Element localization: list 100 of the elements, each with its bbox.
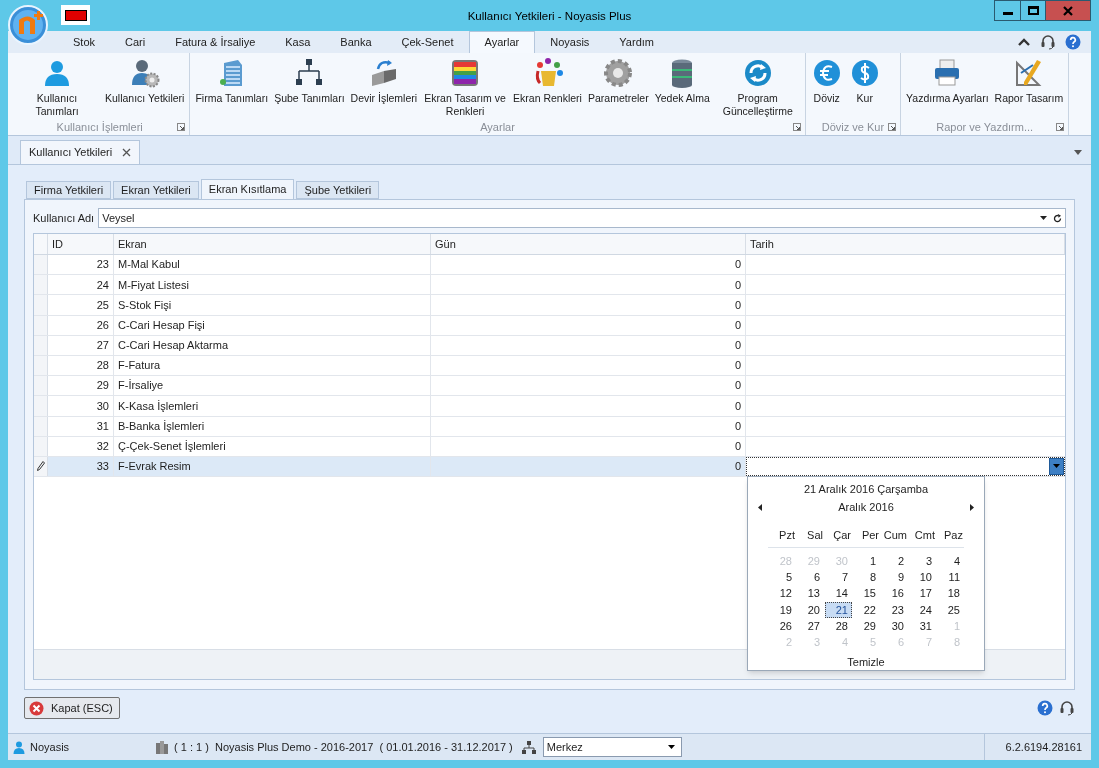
calendar-day[interactable]: 6 (809, 568, 824, 585)
calendar-day[interactable]: 10 (915, 568, 936, 585)
calendar-day[interactable]: 1 (865, 552, 880, 569)
date-field[interactable] (746, 456, 1065, 477)
calendar-day[interactable]: 4 (949, 552, 964, 569)
calendar-day[interactable]: 23 (887, 601, 908, 618)
calendar-day[interactable]: 13 (803, 585, 824, 602)
user-dropdown[interactable]: Veysel (98, 208, 1066, 228)
table-row[interactable]: 25 S-Stok Fişi 0 (34, 295, 1065, 316)
help-icon[interactable] (1065, 34, 1081, 50)
table-row[interactable]: 31 B-Banka İşlemleri 0 (34, 416, 1065, 437)
ribbon-tab[interactable]: Cari (110, 32, 161, 53)
ribbon-tab[interactable]: Stok (58, 32, 110, 53)
calendar-day[interactable]: 9 (893, 568, 908, 585)
ribbon-button[interactable]: Döviz (807, 57, 846, 119)
table-row[interactable]: 32 Ç-Çek-Senet İşlemleri 0 (34, 436, 1065, 457)
caret-icon[interactable] (1074, 150, 1082, 155)
calendar-day[interactable]: 7 (837, 568, 852, 585)
calendar-day[interactable]: 18 (943, 585, 964, 602)
table-cell-text: K-Kasa İşlemleri (118, 398, 199, 414)
help-icon[interactable] (1037, 700, 1053, 716)
table-row[interactable]: 26 C-Cari Hesap Fişi 0 (34, 315, 1065, 336)
launcher-icon[interactable] (177, 123, 186, 131)
weekday-label: Çar (833, 529, 851, 541)
calendar-day[interactable]: 14 (831, 585, 852, 602)
tab[interactable]: Şube Yetkileri (296, 181, 380, 199)
ribbon-button[interactable]: Firma Tanımları (192, 57, 272, 119)
calendar-date-label: 21 Aralık 2016 Çarşamba (803, 482, 929, 495)
table-row[interactable]: 27 C-Cari Hesap Aktarma 0 (34, 335, 1065, 356)
ribbon-tab[interactable]: Fatura & İrsaliye (160, 32, 271, 53)
branch-dropdown[interactable]: Merkez (542, 737, 682, 757)
calendar-day[interactable]: 26 (775, 617, 796, 634)
close-button[interactable] (1046, 0, 1091, 21)
ribbon-button[interactable]: Yedek Alma (651, 57, 713, 119)
calendar-day[interactable]: 27 (803, 617, 824, 634)
maximize-button[interactable] (1021, 0, 1046, 21)
table-row[interactable]: 30 K-Kasa İşlemleri 0 (34, 396, 1065, 417)
ribbon-button[interactable]: Ekran Tasarım ve Renkleri (420, 57, 511, 119)
calendar-day[interactable]: 17 (915, 585, 936, 602)
ribbon-button[interactable]: Kullanıcı Yetkileri (102, 57, 188, 119)
ribbon-tab[interactable]: Ayarlar (468, 31, 536, 53)
ribbon-button[interactable]: Yazdırma Ayarları (903, 57, 992, 119)
launcher-icon[interactable] (888, 123, 897, 131)
clear-link[interactable]: Temizle (847, 654, 885, 671)
table-row[interactable]: 29 F-İrsaliye 0 (34, 376, 1065, 397)
ribbon-button[interactable]: Parametreler (584, 57, 652, 119)
table-row[interactable]: 28 F-Fatura 0 (34, 355, 1065, 377)
ribbon-button[interactable]: Şube Tanımları (271, 57, 348, 119)
tab[interactable]: Ekran Yetkileri (113, 181, 199, 199)
ribbon-tab[interactable]: Noyasis (535, 32, 605, 53)
calendar-day[interactable]: 11 (944, 568, 964, 585)
calendar-day[interactable]: 12 (775, 585, 796, 602)
calendar-day[interactable]: 28 (831, 617, 852, 634)
refresh-icon[interactable] (1053, 213, 1062, 223)
calendar-day[interactable]: 20 (803, 601, 824, 618)
ribbon-button[interactable]: Rapor Tasarım (991, 57, 1067, 119)
ribbon-button[interactable]: Ekran Renkleri (510, 57, 585, 119)
calendar-day[interactable]: 25 (943, 601, 964, 618)
launcher-icon[interactable] (792, 123, 801, 131)
calendar-day[interactable]: 5 (781, 568, 796, 585)
document-tab[interactable]: Kullanıcı Yetkileri (20, 140, 141, 164)
ribbon-button[interactable]: Program Güncelleştirme (712, 57, 803, 119)
ribbon-button[interactable]: Devir İşlemleri (347, 57, 421, 119)
calendar-day[interactable]: 16 (887, 585, 908, 602)
calendar-day[interactable]: 31 (915, 617, 936, 634)
launcher-icon[interactable] (1056, 123, 1065, 131)
table-cell-text: 0 (734, 378, 741, 394)
table-row[interactable]: 23 M-Mal Kabul 0 (34, 255, 1065, 276)
calendar-day[interactable]: 30 (887, 617, 908, 634)
calendar-day[interactable]: 3 (921, 552, 936, 569)
previous-icon[interactable] (758, 503, 762, 511)
calendar-month: Aralık 2016 (838, 499, 894, 515)
weekday-label: Per (861, 529, 879, 541)
dropdown-button[interactable] (1049, 457, 1064, 476)
next-icon[interactable] (970, 503, 974, 511)
tab[interactable]: Ekran Kısıtlama (200, 179, 295, 199)
close-button[interactable]: Kapat (ESC) (24, 697, 120, 719)
ribbon-tab[interactable]: Çek-Senet (386, 32, 469, 53)
ribbon-tab[interactable]: Banka (325, 32, 387, 53)
calendar-day[interactable]: 2 (893, 552, 908, 569)
column-header: ID (52, 236, 63, 252)
ribbon-tab[interactable]: Kasa (270, 32, 326, 53)
ribbon-tab[interactable]: Yardım (604, 32, 669, 53)
ribbon-button[interactable]: Kur (845, 57, 884, 119)
table-cell-text: 30 (96, 398, 109, 414)
calendar-day[interactable]: 22 (859, 601, 880, 618)
headset-icon[interactable] (1040, 34, 1056, 50)
calendar-day[interactable]: 15 (859, 585, 880, 602)
calendar-day[interactable]: 24 (915, 601, 936, 618)
ribbon-button[interactable]: Kullanıcı Tanımları (12, 57, 102, 119)
close-icon[interactable] (122, 148, 132, 157)
headset-icon[interactable] (1059, 700, 1075, 716)
table-row[interactable]: 24 M-Fiyat Listesi 0 (34, 275, 1065, 296)
calendar-day[interactable]: 19 (775, 601, 796, 618)
calendar-day[interactable]: 29 (859, 617, 880, 634)
color-swatch (61, 5, 90, 25)
calendar-day[interactable]: 8 (865, 568, 880, 585)
calendar-day[interactable]: 21 (825, 601, 852, 618)
tab[interactable]: Firma Yetkileri (26, 181, 112, 199)
minimize-button[interactable] (994, 0, 1021, 21)
